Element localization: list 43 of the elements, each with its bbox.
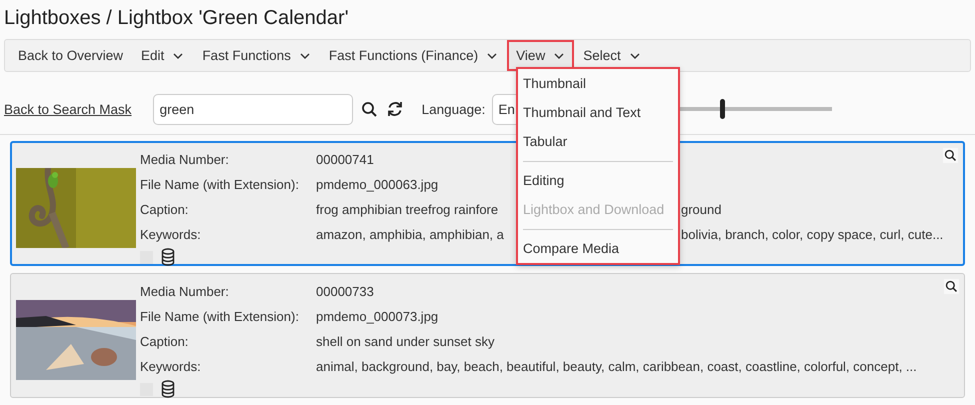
field-value: bolivia, branch, color, copy space, curl, cute... (681, 226, 944, 244)
field-label: File Name (with Extension): (140, 176, 300, 194)
checkbox[interactable] (140, 382, 153, 396)
media-card[interactable] (10, 273, 965, 398)
field-value: animal, background, bay, beach, beautiful, beauty, calm, caribbean, coast, coastline, colorful, concept, ... (316, 358, 917, 376)
database-icon[interactable] (161, 380, 175, 398)
field-value: pmdemo_000073.jpg (316, 308, 438, 326)
toolbar-menu-button[interactable]: Select (574, 40, 650, 71)
refresh-icon[interactable] (386, 100, 404, 118)
field-label: Keywords: (140, 358, 202, 376)
field-value: 00000741 (316, 151, 374, 169)
menu-item[interactable]: Thumbnail and Text (518, 98, 678, 127)
field-value: pmdemo_000063.jpg (316, 176, 438, 194)
toolbar-menu-button[interactable]: Fast Functions (Finance) (320, 40, 508, 71)
field-value: shell on sand under sunset sky (316, 333, 494, 351)
field-value: 00000733 (316, 283, 374, 301)
menu-item[interactable]: Tabular (518, 127, 678, 156)
database-icon[interactable] (161, 248, 175, 266)
language-label: Language: (422, 102, 486, 116)
search-field[interactable]: green (152, 94, 353, 124)
zoom-icon[interactable] (945, 280, 958, 293)
search-icon[interactable] (360, 100, 378, 118)
menu-item[interactable]: Editing (518, 166, 678, 195)
zoom-icon[interactable] (944, 149, 957, 162)
menu-item[interactable]: Thumbnail (518, 69, 678, 98)
checkbox[interactable] (140, 250, 153, 264)
field-label: Caption: (140, 201, 190, 219)
menu-item: Lightbox and Download (522, 201, 666, 219)
field-label: Keywords: (140, 226, 202, 244)
toolbar-menu-button[interactable]: Back to Overview (9, 40, 132, 71)
page-title: Lightboxes / Lightbox 'Green Calendar' (3, 6, 350, 31)
field-label: File Name (with Extension): (140, 308, 300, 326)
toolbar-menu-button[interactable]: Fast Functions (193, 40, 320, 71)
field-label: Caption: (140, 333, 190, 351)
field-label: Media Number: (140, 283, 230, 301)
field-value: ground (681, 201, 722, 219)
back-to-search-link[interactable]: Back to Search Mask (4, 102, 132, 116)
slider-thumb[interactable] (720, 99, 725, 119)
field-label: Media Number: (140, 151, 230, 169)
toolbar-menu-button[interactable]: Edit (132, 40, 194, 71)
field-value: frog amphibian treefrog rainfore (316, 201, 500, 219)
field-value: amazon, amphibia, amphibian, a (316, 226, 505, 244)
menu-item[interactable]: Compare Media (518, 234, 678, 263)
